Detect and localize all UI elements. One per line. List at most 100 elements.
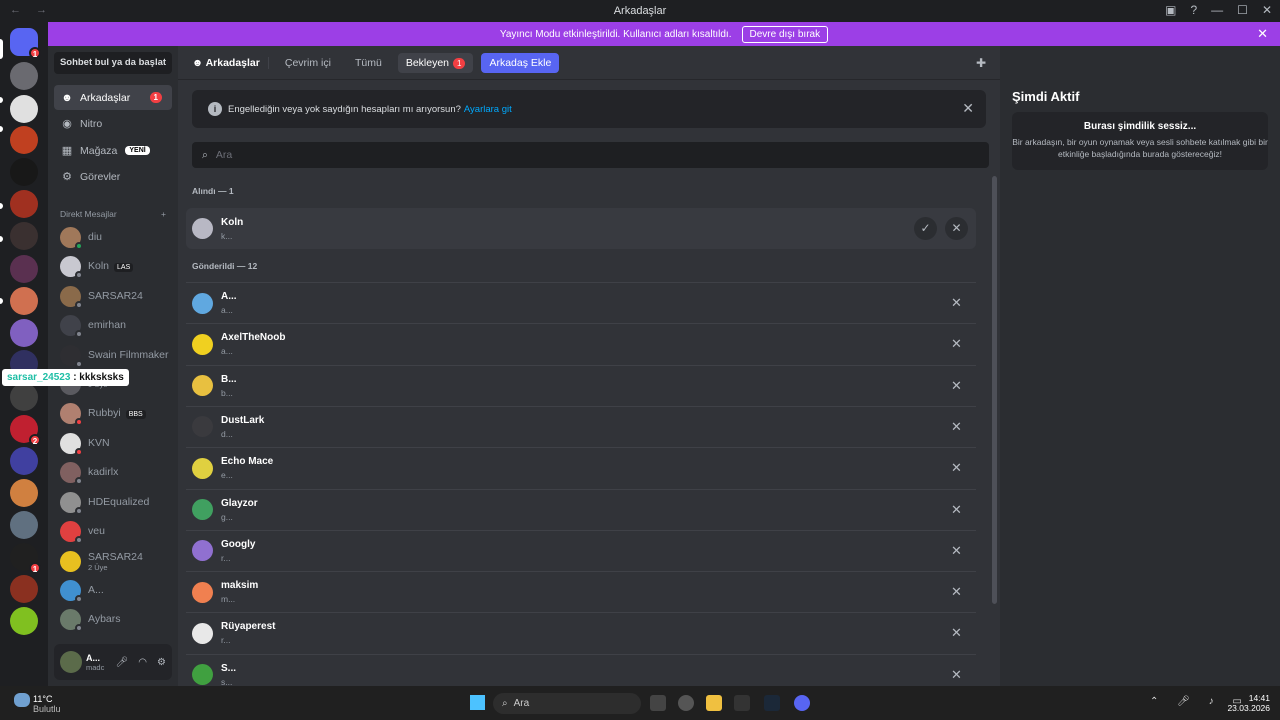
server-icon[interactable] — [10, 607, 38, 635]
taskbar-app-icon[interactable] — [678, 695, 694, 711]
help-icon[interactable]: ? — [1190, 3, 1197, 17]
close-icon[interactable]: ✕ — [962, 100, 974, 117]
taskbar-search[interactable]: ⌕ Ara — [493, 693, 641, 714]
add-friend-button[interactable]: Arkadaş Ekle — [481, 52, 560, 73]
headphone-icon[interactable]: ◠ — [138, 657, 147, 668]
reject-icon[interactable]: ✕ — [945, 217, 968, 240]
sidebar-item-friends[interactable]: ☻ Arkadaşlar 1 — [54, 85, 172, 110]
discord-home-icon[interactable]: 1 — [10, 28, 41, 59]
settings-link[interactable]: Ayarlara git — [464, 104, 512, 115]
discord-icon[interactable] — [794, 695, 810, 711]
friend-request-row[interactable]: Koln k... ✓ ✕ — [186, 208, 976, 249]
dm-item[interactable]: emirhan — [54, 312, 172, 338]
epic-games-icon[interactable] — [734, 695, 750, 711]
disable-button[interactable]: Devre dışı bırak — [741, 25, 829, 43]
steam-icon[interactable] — [764, 695, 780, 711]
add-dm-icon[interactable]: + — [161, 209, 166, 219]
dm-item[interactable]: Swain Filmmaker — [54, 342, 172, 368]
nitro-icon: ◉ — [62, 117, 72, 130]
server-icon[interactable] — [10, 126, 38, 154]
sent-request-row[interactable]: Echo Mace e... ✕ — [186, 447, 976, 488]
close-window-button[interactable]: ✕ — [1262, 3, 1272, 17]
sent-request-row[interactable]: Rüyaperest r... ✕ — [186, 612, 976, 653]
cancel-request-icon[interactable]: ✕ — [945, 543, 968, 559]
sent-request-row[interactable]: Glayzor g... ✕ — [186, 488, 976, 530]
server-icon[interactable] — [10, 287, 38, 315]
blocked-notice: i Engellediğin veya yok saydığın hesapla… — [192, 90, 986, 128]
cancel-request-icon[interactable]: ✕ — [945, 295, 968, 311]
server-icon[interactable] — [10, 479, 38, 507]
weather-widget[interactable]: 11°C Bulutlu — [33, 694, 61, 714]
sent-request-row[interactable]: B... b... ✕ — [186, 364, 976, 406]
cancel-request-icon[interactable]: ✕ — [945, 460, 968, 476]
new-group-dm-icon[interactable]: ✚ — [976, 56, 986, 70]
maximize-button[interactable]: ☐ — [1237, 3, 1248, 17]
avatar — [192, 499, 213, 520]
cancel-request-icon[interactable]: ✕ — [945, 667, 968, 683]
server-icon[interactable] — [10, 383, 38, 411]
dm-item[interactable]: HDEqualized — [54, 489, 172, 515]
file-explorer-icon[interactable] — [706, 695, 722, 711]
cancel-request-icon[interactable]: ✕ — [945, 336, 968, 352]
avatar[interactable] — [60, 651, 82, 673]
cancel-request-icon[interactable]: ✕ — [945, 502, 968, 518]
avatar — [192, 581, 213, 603]
sent-request-row[interactable]: DustLark d... ✕ — [186, 405, 976, 447]
server-icon[interactable] — [10, 158, 38, 186]
cancel-request-icon[interactable]: ✕ — [945, 625, 968, 641]
dm-item[interactable]: A... — [54, 577, 172, 603]
server-icon[interactable] — [10, 95, 38, 123]
start-icon[interactable] — [470, 695, 485, 710]
message-notification[interactable]: sarsar_24523 : kkksksks — [2, 369, 129, 386]
taskbar-app-icon[interactable] — [650, 695, 666, 711]
accept-icon[interactable]: ✓ — [914, 217, 937, 240]
server-icon[interactable] — [10, 511, 38, 539]
dm-item[interactable]: kadirlx — [54, 459, 172, 485]
minimize-button[interactable]: — — [1211, 3, 1223, 17]
sent-request-row[interactable]: A... a... ✕ — [186, 282, 976, 323]
dm-header: Direkt Mesajlar + — [60, 209, 166, 219]
notification-message: : kkksksks — [73, 372, 124, 383]
dm-item[interactable]: diu — [54, 224, 172, 250]
avatar — [60, 344, 83, 368]
dm-item[interactable]: SARSAR24 — [54, 283, 172, 309]
inbox-icon[interactable]: ▣ — [1165, 3, 1176, 17]
dm-name: Koln — [88, 260, 110, 272]
weather-icon[interactable] — [14, 693, 30, 707]
search-input[interactable]: ⌕ Ara — [192, 142, 989, 168]
server-icon[interactable] — [10, 447, 38, 475]
dm-item[interactable]: veu — [54, 518, 172, 544]
scrollbar[interactable] — [992, 176, 997, 604]
close-icon[interactable]: ✕ — [1257, 26, 1268, 42]
tab-pending[interactable]: Bekleyen 1 — [397, 52, 474, 73]
dm-item[interactable]: Rubbyi BBS — [54, 400, 172, 426]
server-icon[interactable]: 1 — [10, 543, 41, 574]
sent-request-row[interactable]: AxelTheNoob a... ✕ — [186, 323, 976, 364]
server-icon[interactable] — [10, 319, 38, 347]
cancel-request-icon[interactable]: ✕ — [945, 378, 968, 394]
server-icon[interactable]: 2 — [10, 415, 41, 446]
tab-online[interactable]: Çevrim içi — [277, 53, 339, 73]
sidebar-item-shop[interactable]: ▦ Mağaza YENİ — [54, 138, 172, 163]
sidebar-item-quests[interactable]: ⚙ Görevler — [54, 164, 172, 189]
settings-icon[interactable]: ⚙ — [157, 657, 166, 668]
clock[interactable]: 14:41 23.03.2026 — [1227, 693, 1270, 713]
server-icon[interactable] — [10, 255, 38, 283]
tab-all[interactable]: Tümü — [347, 53, 390, 73]
dm-item[interactable]: Aybars — [54, 606, 172, 632]
server-icon[interactable] — [10, 575, 38, 603]
server-icon[interactable] — [10, 222, 38, 250]
sidebar-item-nitro[interactable]: ◉ Nitro — [54, 111, 172, 136]
dm-item[interactable]: KVN — [54, 430, 172, 456]
find-conversation-button[interactable]: Sohbet bul ya da başlat — [54, 52, 172, 74]
cancel-request-icon[interactable]: ✕ — [945, 419, 968, 435]
dm-item[interactable]: Koln LAS — [54, 253, 172, 279]
server-icon[interactable] — [10, 62, 38, 90]
sent-request-row[interactable]: maksim m... ✕ — [186, 571, 976, 612]
mic-icon[interactable]: 🎤︎ — [116, 657, 129, 668]
dm-item[interactable]: SARSAR24 2 Üye — [54, 548, 172, 574]
sent-request-row[interactable]: Googly r... ✕ — [186, 529, 976, 571]
server-icon[interactable] — [10, 190, 38, 218]
status-indicator — [75, 329, 83, 338]
cancel-request-icon[interactable]: ✕ — [945, 584, 968, 600]
